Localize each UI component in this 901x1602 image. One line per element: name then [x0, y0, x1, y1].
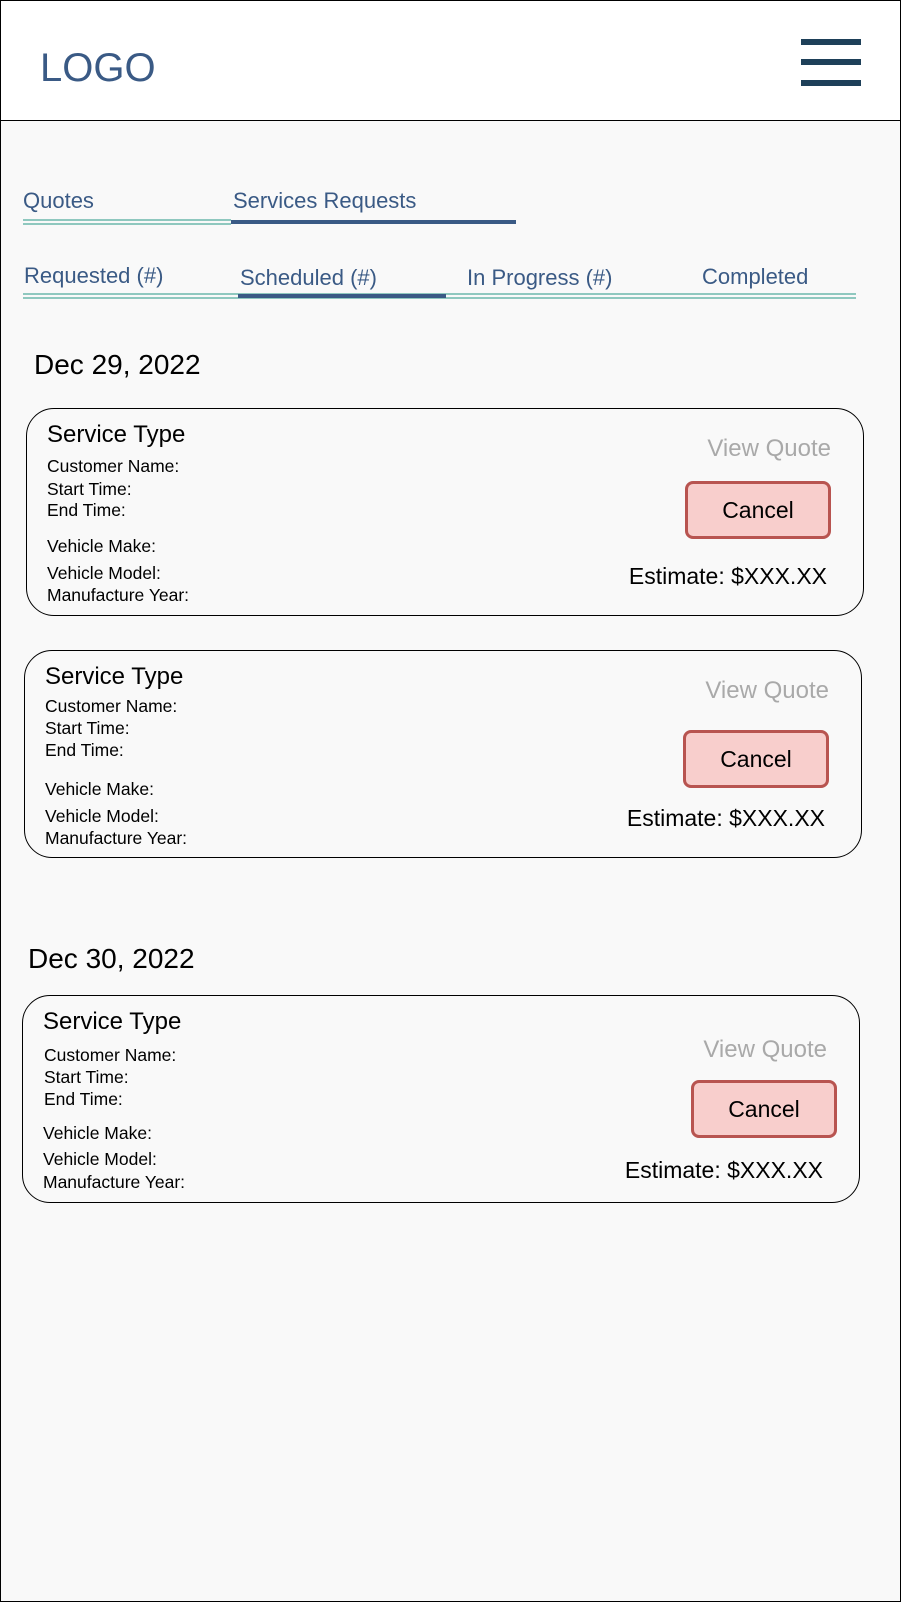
tab-underline: [23, 219, 231, 221]
start-time-label: Start Time:: [47, 479, 132, 499]
menu-bar: [801, 80, 861, 86]
vehicle-make-label: Vehicle Make:: [43, 1123, 152, 1143]
manufacture-year-label: Manufacture Year:: [47, 585, 190, 605]
service-type: Service Type: [43, 1008, 182, 1035]
tab-scheduled[interactable]: Scheduled (#): [240, 265, 377, 291]
service-card: Service Type Customer Name: Start Time: …: [22, 995, 860, 1203]
start-time-label: Start Time:: [45, 718, 130, 738]
end-time-label: End Time:: [44, 1089, 123, 1109]
service-type: Service Type: [47, 421, 186, 448]
tab-active-indicator: [231, 220, 516, 224]
customer-name-label: Customer Name:: [45, 696, 178, 716]
manufacture-year-label: Manufacture Year:: [43, 1172, 186, 1192]
estimate-amount: Estimate: $XXX.XX: [624, 1157, 823, 1183]
vehicle-make-label: Vehicle Make:: [45, 779, 154, 799]
tab-requested[interactable]: Requested (#): [24, 263, 163, 289]
date-heading: Dec 29, 2022: [34, 349, 201, 380]
cancel-button[interactable]: Cancel: [683, 730, 829, 788]
view-quote-link[interactable]: View Quote: [703, 1036, 827, 1064]
tab-in-progress[interactable]: In Progress (#): [467, 265, 613, 291]
tab-underline: [23, 223, 231, 225]
vehicle-make-label: Vehicle Make:: [47, 536, 156, 556]
tab-active-indicator: [238, 294, 446, 298]
estimate-amount: Estimate: $XXX.XX: [628, 563, 827, 589]
end-time-label: End Time:: [45, 740, 124, 760]
service-card: Service Type Customer Name: Start Time: …: [26, 408, 864, 616]
service-card: Service Type Customer Name: Start Time: …: [24, 650, 862, 858]
cancel-button[interactable]: Cancel: [685, 481, 831, 539]
vehicle-model-label: Vehicle Model:: [43, 1149, 157, 1169]
end-time-label: End Time:: [47, 500, 126, 520]
logo: LOGO: [40, 46, 156, 90]
app-frame: LOGO Quotes Services Requests Requested …: [0, 0, 901, 1602]
start-time-label: Start Time:: [44, 1067, 129, 1087]
vehicle-model-label: Vehicle Model:: [47, 563, 161, 583]
date-heading: Dec 30, 2022: [28, 943, 195, 974]
vehicle-model-label: Vehicle Model:: [45, 806, 159, 826]
customer-name-label: Customer Name:: [47, 456, 180, 476]
app-header: LOGO: [1, 1, 900, 121]
estimate-amount: Estimate: $XXX.XX: [626, 805, 825, 831]
tab-services-requests[interactable]: Services Requests: [233, 188, 416, 214]
customer-name-label: Customer Name:: [44, 1045, 177, 1065]
menu-bar: [801, 59, 861, 65]
hamburger-menu-icon[interactable]: [801, 39, 861, 91]
manufacture-year-label: Manufacture Year:: [45, 828, 188, 848]
menu-bar: [801, 39, 861, 45]
tab-quotes[interactable]: Quotes: [23, 188, 94, 214]
service-type: Service Type: [45, 663, 184, 690]
cancel-button[interactable]: Cancel: [691, 1080, 837, 1138]
tab-completed[interactable]: Completed: [702, 264, 808, 290]
view-quote-link[interactable]: View Quote: [707, 435, 831, 463]
view-quote-link[interactable]: View Quote: [705, 677, 829, 705]
